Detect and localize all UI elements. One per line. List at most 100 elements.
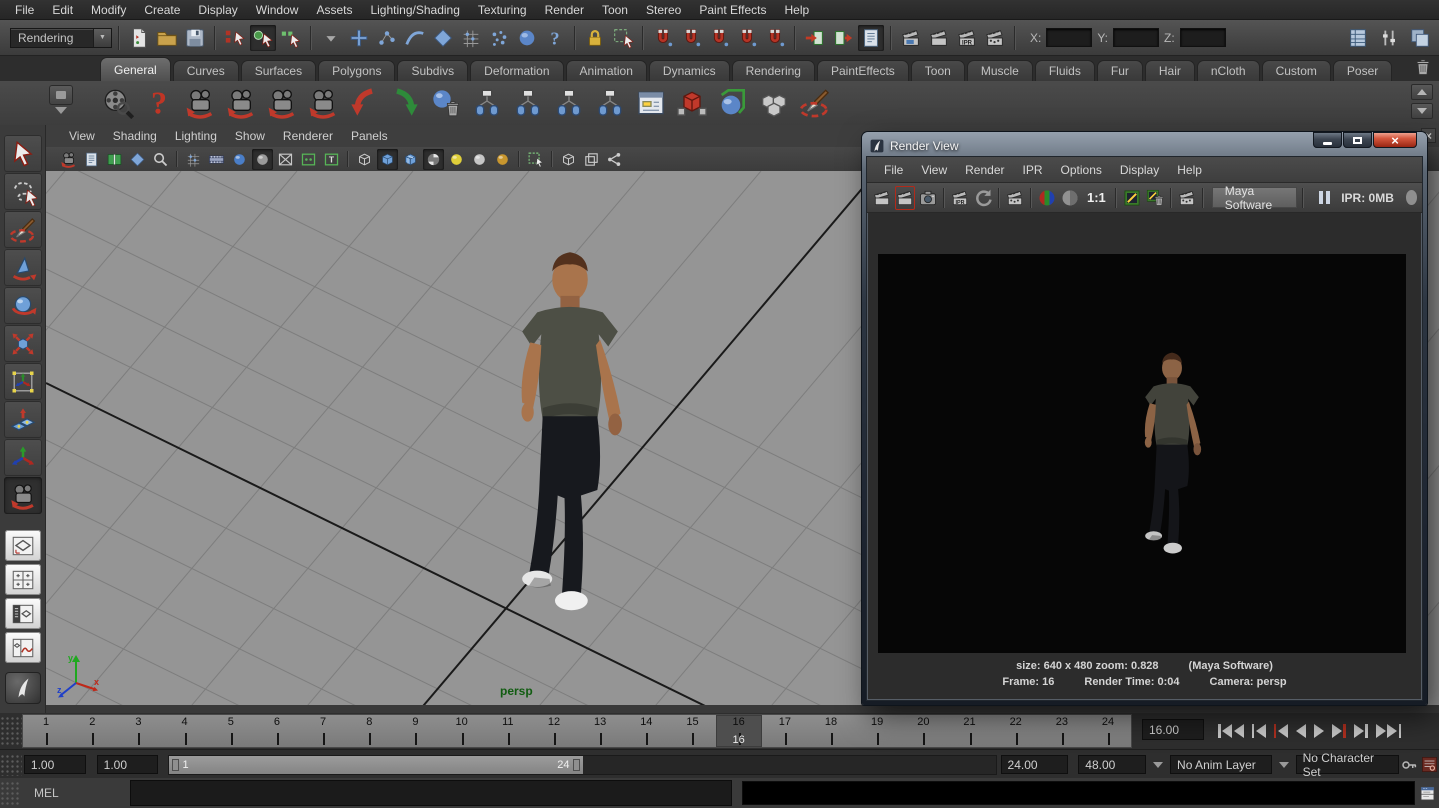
render-view-window[interactable]: Render View × FileViewRenderIPROptionsDi… — [862, 132, 1427, 705]
universal-manipulator-tool[interactable] — [4, 363, 42, 400]
command-line-grip[interactable] — [0, 781, 20, 805]
rgb-channels-icon[interactable] — [1037, 186, 1057, 210]
refresh-ipr-icon[interactable] — [973, 186, 993, 210]
frame-8[interactable]: 8 — [346, 715, 392, 747]
batch-render-icon[interactable] — [182, 85, 218, 121]
animation-end-field[interactable]: 48.00 — [1078, 755, 1146, 774]
frame-1[interactable]: 1 — [23, 715, 69, 747]
soft-modification-tool[interactable] — [4, 401, 42, 438]
snap-align-planes-icon[interactable] — [734, 25, 760, 51]
show-batch-render-icon[interactable] — [264, 85, 300, 121]
menu-toon[interactable]: Toon — [593, 1, 637, 19]
shelf-tab-ncloth[interactable]: nCloth — [1197, 60, 1260, 81]
hypershade-window-icon[interactable] — [633, 85, 669, 121]
tool-settings-icon[interactable] — [1376, 25, 1402, 51]
delete-unused-nodes-icon[interactable] — [428, 85, 464, 121]
frame-9[interactable]: 9 — [392, 715, 438, 747]
shelf-tab-surfaces[interactable]: Surfaces — [241, 60, 316, 81]
texture-cubes-icon[interactable] — [756, 85, 792, 121]
panel-menu-show[interactable]: Show — [226, 127, 274, 145]
step-back-key-button[interactable] — [1274, 720, 1288, 742]
image-plane-icon[interactable] — [127, 149, 148, 170]
shelf-tab-rendering[interactable]: Rendering — [732, 60, 815, 81]
play-backwards-button[interactable] — [1296, 720, 1306, 742]
wireframe-on-shaded-icon[interactable] — [400, 149, 421, 170]
layout-persp-graph-button[interactable] — [5, 632, 41, 663]
range-bar[interactable]: 1 24 — [169, 756, 582, 774]
shading-network-single-icon[interactable] — [551, 85, 587, 121]
shelf-options-arrow-icon[interactable] — [55, 107, 67, 114]
stop-ipr-icon[interactable] — [1406, 190, 1417, 205]
frame-19[interactable]: 19 — [854, 715, 900, 747]
select-hierarchy-mode-icon[interactable] — [222, 25, 248, 51]
shelf-item-menu-button[interactable] — [49, 85, 73, 105]
snap-align-curves-icon[interactable] — [678, 25, 704, 51]
render-settings-icon[interactable] — [982, 25, 1008, 51]
multi-pane-icon[interactable] — [581, 149, 602, 170]
minimize-button[interactable] — [1313, 132, 1342, 148]
bookmarks-icon[interactable] — [104, 149, 125, 170]
shelf-tab-poser[interactable]: Poser — [1333, 60, 1392, 81]
last-tool-camera[interactable] — [4, 477, 42, 514]
panel-menu-lighting[interactable]: Lighting — [166, 127, 226, 145]
step-back-frame-button[interactable] — [1252, 720, 1266, 742]
redo-view-change-icon[interactable] — [387, 85, 423, 121]
shelf-tab-painteffects[interactable]: PaintEffects — [817, 60, 909, 81]
shelf-tab-custom[interactable]: Custom — [1262, 60, 1331, 81]
menu-file[interactable]: File — [6, 1, 43, 19]
shading-group-icon[interactable] — [674, 85, 710, 121]
step-forward-frame-button[interactable] — [1354, 720, 1368, 742]
render-view-menu-display[interactable]: Display — [1111, 161, 1168, 179]
menu-window[interactable]: Window — [247, 1, 308, 19]
panel-menu-renderer[interactable]: Renderer — [274, 127, 342, 145]
shelf-help-icon[interactable] — [141, 85, 177, 121]
select-camera-icon[interactable] — [58, 149, 79, 170]
ipr-render-icon[interactable] — [926, 25, 952, 51]
lock-selection-icon[interactable] — [582, 25, 608, 51]
panel-menu-panels[interactable]: Panels — [342, 127, 397, 145]
select-component-mode-icon[interactable] — [278, 25, 304, 51]
range-end-handle[interactable] — [573, 759, 580, 771]
open-render-settings-icon[interactable] — [1177, 186, 1197, 210]
panel-menu-shading[interactable]: Shading — [104, 127, 166, 145]
frame-14[interactable]: 14 — [623, 715, 669, 747]
safe-action-icon[interactable] — [298, 149, 319, 170]
rendered-image[interactable] — [878, 254, 1406, 653]
xray-icon[interactable] — [558, 149, 579, 170]
frame-10[interactable]: 10 — [439, 715, 485, 747]
new-scene-icon[interactable] — [126, 25, 152, 51]
maximize-button[interactable] — [1343, 132, 1372, 148]
close-button[interactable]: × — [1373, 132, 1417, 148]
default-lighting-icon[interactable] — [446, 149, 467, 170]
menu-modify[interactable]: Modify — [82, 1, 135, 19]
select-tool[interactable] — [4, 135, 42, 172]
playback-start-field[interactable]: 1.00 — [97, 755, 159, 774]
region-render-icon[interactable] — [1005, 186, 1025, 210]
layout-single-pane-button[interactable] — [5, 530, 41, 561]
remove-image-icon[interactable] — [1145, 186, 1165, 210]
resolution-gate-icon[interactable] — [229, 149, 250, 170]
menu-paint-effects[interactable]: Paint Effects — [690, 1, 775, 19]
frame-5[interactable]: 5 — [208, 715, 254, 747]
smooth-shade-mode-icon[interactable] — [377, 149, 398, 170]
snap-to-grid-icon[interactable] — [458, 25, 484, 51]
layout-outliner-persp-button[interactable] — [5, 598, 41, 629]
snap-to-particles-icon[interactable] — [486, 25, 512, 51]
paint-effects-icon[interactable] — [797, 85, 833, 121]
range-start-handle[interactable] — [172, 759, 179, 771]
save-scene-icon[interactable] — [182, 25, 208, 51]
script-editor-icon[interactable] — [1417, 782, 1437, 804]
menu-edit[interactable]: Edit — [43, 1, 82, 19]
shading-network-group-icon[interactable] — [510, 85, 546, 121]
shelf-tab-general[interactable]: General — [100, 57, 171, 81]
frame-6[interactable]: 6 — [254, 715, 300, 747]
shelf-tab-toon[interactable]: Toon — [911, 60, 965, 81]
render-view-menu-help[interactable]: Help — [1168, 161, 1211, 179]
pause-ipr-icon[interactable] — [1319, 191, 1330, 204]
assign-material-icon[interactable] — [715, 85, 751, 121]
frame-17[interactable]: 17 — [762, 715, 808, 747]
shelf-tab-fur[interactable]: Fur — [1097, 60, 1143, 81]
render-view-menu-view[interactable]: View — [912, 161, 956, 179]
render-view-menu-options[interactable]: Options — [1052, 161, 1111, 179]
shelf-tab-muscle[interactable]: Muscle — [967, 60, 1033, 81]
